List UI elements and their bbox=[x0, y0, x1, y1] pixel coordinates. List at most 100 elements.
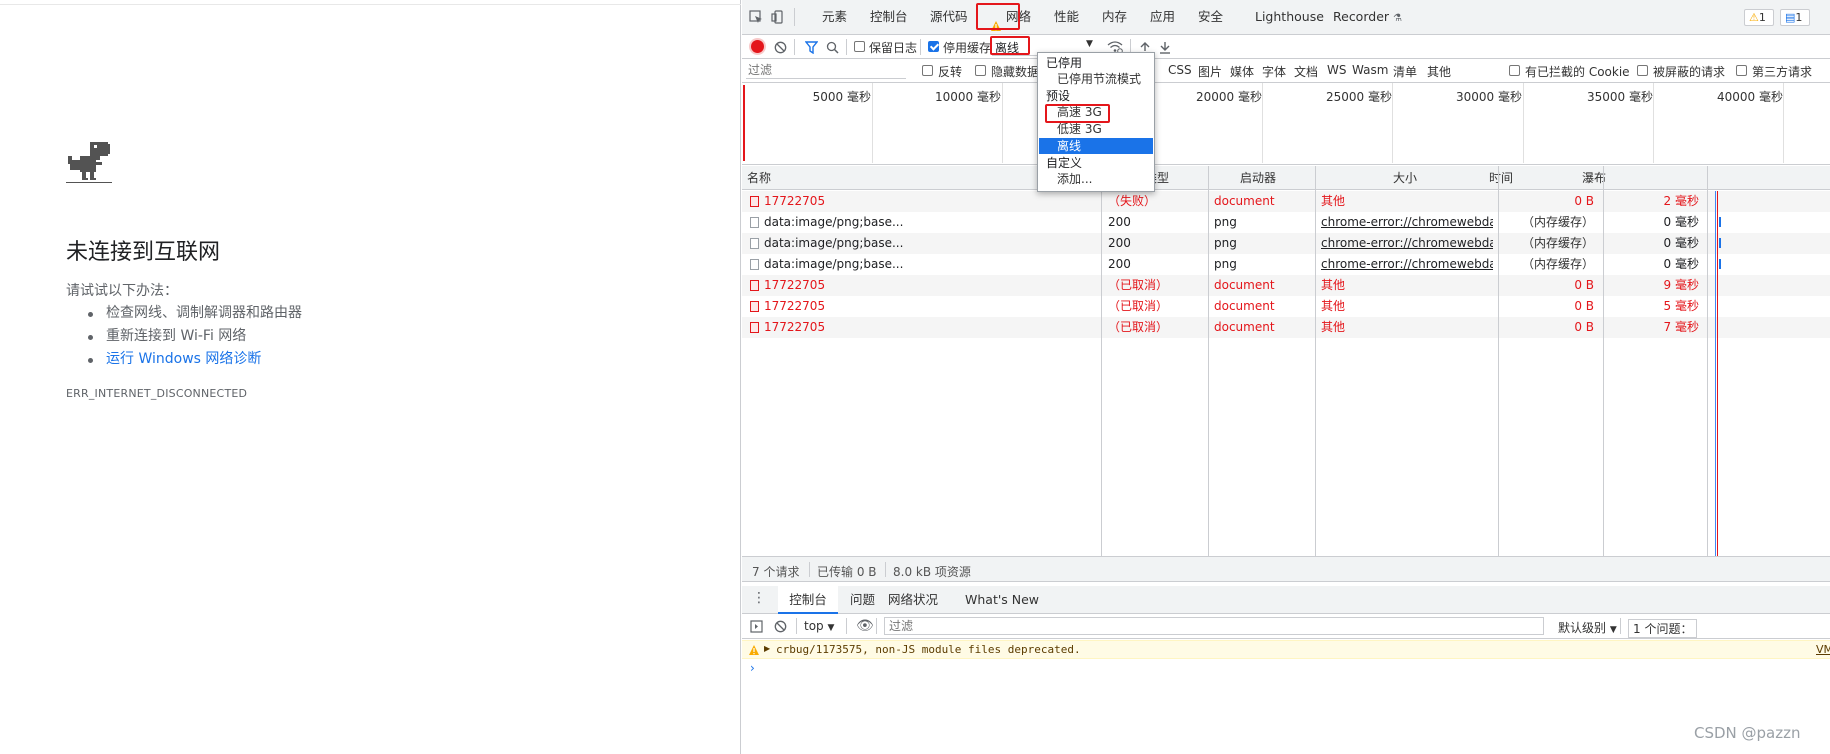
preserve-log-checkbox[interactable] bbox=[854, 41, 865, 52]
sidebar-toggle-icon[interactable] bbox=[749, 619, 763, 633]
cell-initiator[interactable]: chrome-error://chromewebda... bbox=[1321, 233, 1493, 254]
tab-lighthouse[interactable]: Lighthouse bbox=[1255, 0, 1324, 34]
clear-icon[interactable] bbox=[773, 40, 787, 54]
log-level-select[interactable]: 默认级别 ▼ bbox=[1558, 619, 1617, 636]
filter-type-ws[interactable]: WS bbox=[1327, 63, 1346, 77]
export-har-icon[interactable] bbox=[1158, 40, 1172, 54]
cell-initiator[interactable]: chrome-error://chromewebda... bbox=[1321, 212, 1493, 233]
image-icon bbox=[750, 217, 759, 228]
devtools-tabbar: 元素 控制台 源代码 网络 性能 内存 应用 安全 Lighthouse Rec… bbox=[742, 0, 1830, 35]
table-row[interactable]: data:image/png;base... 200 png chrome-error… bbox=[742, 233, 1830, 254]
table-row[interactable]: 17722705 （已取消） document 其他 0 B 7 毫秒 bbox=[742, 317, 1830, 338]
console-source-link[interactable]: VM bbox=[1816, 643, 1830, 656]
cell-type: png bbox=[1214, 236, 1237, 250]
cell-type: png bbox=[1214, 257, 1237, 271]
column-size[interactable]: 大小 bbox=[1388, 166, 1417, 190]
blocked-cookies-label: 有已拦截的 Cookie bbox=[1525, 65, 1630, 79]
overview-timeline[interactable] bbox=[742, 83, 1830, 165]
filter-type-wasm[interactable]: Wasm bbox=[1352, 63, 1388, 77]
cell-initiator[interactable]: chrome-error://chromewebda... bbox=[1321, 254, 1493, 275]
messages-badge[interactable]: ▤1 bbox=[1780, 9, 1810, 26]
tab-console[interactable]: 控制台 bbox=[870, 0, 908, 34]
third-party-checkbox[interactable] bbox=[1736, 65, 1747, 76]
devtools-panel: 元素 控制台 源代码 网络 性能 内存 应用 安全 Lighthouse Rec… bbox=[742, 0, 1830, 754]
flask-icon: ⚗ bbox=[1393, 13, 1402, 24]
menu-item-slow-3g[interactable]: 低速 3G bbox=[1039, 121, 1153, 137]
column-name[interactable]: 名称 bbox=[742, 166, 771, 190]
cell-time: 0 毫秒 bbox=[1663, 257, 1699, 271]
run-diagnostics-link[interactable]: 运行 Windows 网络诊断 bbox=[86, 348, 302, 371]
drawer-tab-network-conditions[interactable]: 网络状况 bbox=[888, 586, 938, 614]
expand-triangle-icon[interactable]: ▶ bbox=[764, 644, 770, 653]
menu-item-no-throttling[interactable]: 已停用节流模式 bbox=[1039, 71, 1153, 87]
cell-time: 0 毫秒 bbox=[1663, 215, 1699, 229]
disable-cache-checkbox[interactable] bbox=[928, 41, 939, 52]
image-icon bbox=[750, 238, 759, 249]
device-toolbar-icon[interactable] bbox=[770, 9, 786, 25]
table-row[interactable]: 17722705 （已取消） document 其他 0 B 9 毫秒 bbox=[742, 275, 1830, 296]
warning-icon bbox=[748, 644, 760, 656]
console-filter-input[interactable] bbox=[884, 617, 1544, 635]
drawer-tab-whats-new[interactable]: What's New bbox=[965, 586, 1039, 614]
console-prompt-icon[interactable]: › bbox=[750, 661, 755, 675]
tab-elements[interactable]: 元素 bbox=[822, 0, 847, 34]
hide-data-urls-checkbox[interactable] bbox=[975, 65, 986, 76]
table-row[interactable]: data:image/png;base... 200 png chrome-error… bbox=[742, 212, 1830, 233]
tab-memory[interactable]: 内存 bbox=[1102, 0, 1127, 34]
blocked-requests-checkbox[interactable] bbox=[1637, 65, 1648, 76]
inspect-element-icon[interactable] bbox=[748, 9, 764, 25]
cell-size: 0 B bbox=[1574, 299, 1594, 313]
blocked-requests-label: 被屏蔽的请求 bbox=[1653, 65, 1726, 79]
filter-type-other[interactable]: 其他 bbox=[1427, 63, 1451, 80]
request-count: 7 个请求 bbox=[752, 565, 800, 579]
clear-console-icon[interactable] bbox=[773, 619, 787, 633]
tab-recorder[interactable]: Recorder ⚗ bbox=[1333, 0, 1402, 34]
tab-security[interactable]: 安全 bbox=[1198, 0, 1223, 34]
menu-item-offline[interactable]: 离线 bbox=[1039, 138, 1153, 154]
warnings-badge[interactable]: ⚠1 bbox=[1744, 9, 1774, 26]
cell-name: 17722705 bbox=[764, 278, 826, 292]
table-row[interactable]: data:image/png;base... 200 png chrome-error… bbox=[742, 254, 1830, 275]
cell-size: 0 B bbox=[1574, 194, 1594, 208]
column-initiator[interactable]: 启动器 bbox=[1235, 166, 1276, 190]
transferred-size: 已传输 0 B bbox=[817, 565, 877, 579]
blocked-cookies-checkbox[interactable] bbox=[1509, 65, 1520, 76]
cell-status: 200 bbox=[1108, 257, 1131, 271]
context-select[interactable]: top ▼ bbox=[804, 619, 834, 633]
filter-icon[interactable] bbox=[804, 40, 818, 54]
timeline-tick: 20000 毫秒 bbox=[1196, 90, 1262, 104]
filter-input[interactable] bbox=[746, 62, 906, 79]
filter-type-manifest[interactable]: 清单 bbox=[1393, 63, 1417, 80]
filter-type-img[interactable]: 图片 bbox=[1198, 63, 1222, 80]
drawer-tab-issues[interactable]: 问题 bbox=[850, 586, 875, 614]
tab-sources[interactable]: 源代码 bbox=[930, 0, 968, 34]
tab-application[interactable]: 应用 bbox=[1150, 0, 1175, 34]
cell-size: （内存缓存） bbox=[1521, 236, 1594, 250]
record-icon[interactable] bbox=[751, 40, 764, 53]
more-options-icon[interactable]: ⋮ bbox=[752, 591, 766, 605]
cell-name: 17722705 bbox=[764, 194, 826, 208]
invert-checkbox[interactable] bbox=[922, 65, 933, 76]
drawer-tab-console[interactable]: 控制台 bbox=[778, 586, 838, 614]
column-waterfall[interactable]: 瀑布 bbox=[1577, 166, 1606, 190]
filter-type-font[interactable]: 字体 bbox=[1262, 63, 1286, 80]
filter-type-css[interactable]: CSS bbox=[1168, 63, 1192, 77]
filter-type-doc[interactable]: 文档 bbox=[1294, 63, 1318, 80]
menu-header-presets: 预设 bbox=[1046, 89, 1071, 103]
issues-counter[interactable]: 1 个问题： bbox=[1628, 619, 1698, 638]
menu-item-add[interactable]: 添加... bbox=[1039, 171, 1153, 187]
cell-type: document bbox=[1214, 320, 1275, 334]
suggestion-list: 检查网线、调制解调器和路由器 重新连接到 Wi-Fi 网络 运行 Windows… bbox=[86, 302, 302, 371]
chevron-down-icon: ▼ bbox=[1609, 625, 1617, 635]
table-row[interactable]: 17722705 （已取消） document 其他 0 B 5 毫秒 bbox=[742, 296, 1830, 317]
timeline-tick: 10000 毫秒 bbox=[935, 90, 1001, 104]
tab-performance[interactable]: 性能 bbox=[1054, 0, 1079, 34]
search-icon[interactable] bbox=[825, 40, 839, 54]
filter-type-media[interactable]: 媒体 bbox=[1230, 63, 1254, 80]
eye-icon[interactable]: 👁 bbox=[856, 618, 874, 634]
table-row[interactable]: 17722705 （失败） document 其他 0 B 2 毫秒 bbox=[742, 191, 1830, 212]
requests-table-header: 名称 类型 启动器 大小 时间 瀑布 bbox=[742, 166, 1830, 190]
timeline-tick: 30000 毫秒 bbox=[1456, 90, 1522, 104]
waterfall-bar bbox=[1719, 259, 1721, 269]
cell-status: （失败） bbox=[1108, 194, 1157, 208]
